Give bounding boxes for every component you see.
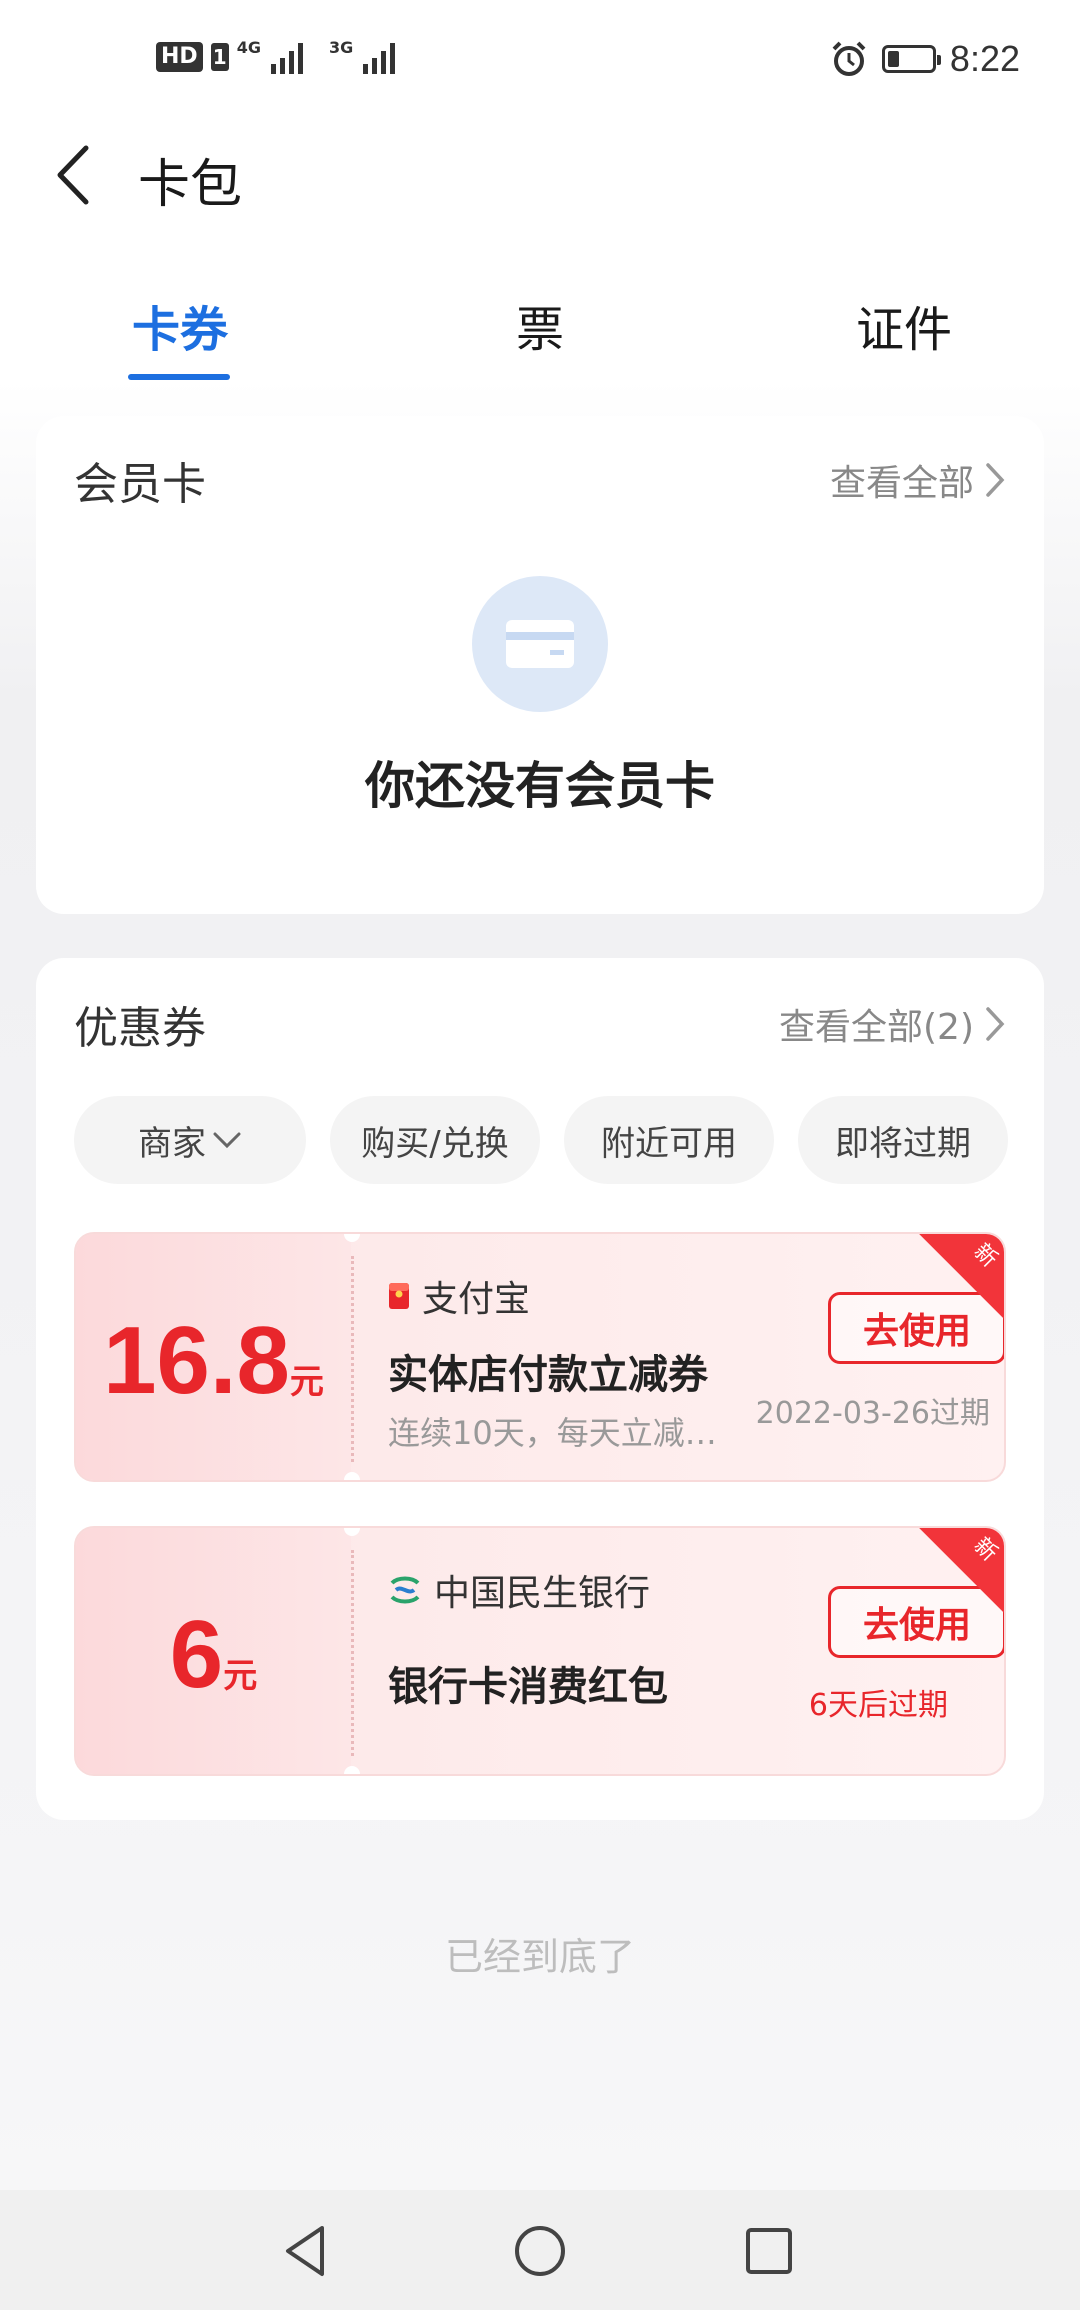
hd-icon: HD [156, 42, 203, 72]
filter-merchant-dropdown[interactable]: 商家 [74, 1096, 306, 1184]
issuer-name: 中国民生银行 [434, 1573, 651, 1614]
red-packet-icon [389, 1283, 409, 1309]
alarm-icon [832, 41, 866, 76]
tab-cards[interactable]: 卡券 [128, 290, 232, 360]
view-all-membership-link[interactable]: 查看全部 [830, 454, 1006, 506]
coupon-amount-value: 6 [169, 1601, 224, 1708]
new-badge: 新 [884, 1528, 1004, 1613]
back-button[interactable] [50, 140, 100, 210]
circle-home-icon [515, 2226, 565, 2276]
use-coupon-button[interactable]: 去使用 [828, 1586, 1004, 1658]
tab-documents[interactable]: 证件 [852, 290, 956, 360]
coupon-amount-value: 16.8 [103, 1307, 290, 1414]
network-label-4g: 4G [236, 37, 261, 57]
empty-membership-message: 你还没有会员卡 [365, 757, 715, 815]
status-bar: HD 1 4G 3G 8:22 [0, 0, 1080, 120]
filter-label: 商家 [138, 1123, 206, 1164]
clock: 8:22 [949, 38, 1020, 79]
coupon-amount: 6元 [76, 1600, 351, 1710]
filter-expiring-soon[interactable]: 即将过期 [798, 1096, 1008, 1184]
filter-purchase-redeem[interactable]: 购买/兑换 [330, 1096, 540, 1184]
status-right: 8:22 [830, 38, 1020, 80]
coupon-title: 银行卡消费红包 [388, 1664, 668, 1710]
triangle-back-icon [286, 2226, 324, 2276]
network-label-3g: 3G [328, 37, 354, 57]
nav-back-button[interactable] [272, 2216, 342, 2286]
active-tab-indicator [128, 374, 230, 380]
coupon-amount-unit: 元 [223, 1657, 258, 1695]
battery-icon [881, 45, 941, 73]
coupon-card[interactable]: 16.8元 支付宝 实体店付款立减券 连续10天，每天立减… 去使用 2022-… [74, 1232, 1006, 1482]
square-recents-icon [746, 2228, 792, 2274]
section-title-coupons: 优惠券 [74, 1003, 206, 1054]
coupon-amount-unit: 元 [289, 1363, 324, 1401]
coupon-expiry: 2022-03-26过期 [755, 1396, 990, 1431]
card-icon [472, 576, 608, 712]
coupon-amount: 16.8元 [76, 1306, 351, 1416]
signal-icon [270, 43, 303, 74]
bank-logo-icon [390, 1576, 420, 1604]
chevron-down-icon [213, 1132, 241, 1149]
sim-icon: 1 [210, 43, 229, 71]
coupon-section: 优惠券 查看全部(2) 商家 购买/兑换 附近可用 即将过期 16.8元 支付宝… [36, 958, 1044, 1820]
view-all-label: 查看全部(2) [779, 1007, 974, 1048]
coupon-description: 连续10天，每天立减… [388, 1414, 717, 1452]
new-badge: 新 [884, 1234, 1004, 1319]
issuer-name: 支付宝 [422, 1279, 531, 1320]
coupon-issuer: 支付宝 [388, 1270, 530, 1322]
section-title-membership: 会员卡 [74, 459, 206, 510]
view-all-coupons-link[interactable]: 查看全部(2) [779, 998, 1006, 1050]
chevron-right-icon [986, 1007, 1005, 1041]
membership-card-section: 会员卡 查看全部 你还没有会员卡 [36, 416, 1044, 914]
coupon-card[interactable]: 6元 中国民生银行 银行卡消费红包 去使用 6天后过期 新 [74, 1526, 1006, 1776]
page-title: 卡包 [138, 155, 243, 215]
system-navigation-bar [0, 2190, 1080, 2310]
coupon-expiry: 6天后过期 [808, 1688, 948, 1723]
chevron-right-icon [986, 463, 1005, 497]
end-of-list-message: 已经到底了 [444, 1935, 635, 1979]
view-all-label: 查看全部 [829, 463, 974, 504]
tab-tickets[interactable]: 票 [510, 290, 570, 360]
coupon-issuer: 中国民生银行 [388, 1564, 650, 1616]
signal-icon [363, 43, 396, 74]
filter-nearby[interactable]: 附近可用 [564, 1096, 774, 1184]
nav-home-button[interactable] [505, 2216, 575, 2286]
coupon-title: 实体店付款立减券 [388, 1352, 708, 1398]
use-coupon-button[interactable]: 去使用 [828, 1292, 1004, 1364]
nav-recents-button[interactable] [734, 2216, 804, 2286]
status-left: HD 1 4G 3G [156, 37, 401, 74]
chevron-left-icon [57, 145, 89, 205]
